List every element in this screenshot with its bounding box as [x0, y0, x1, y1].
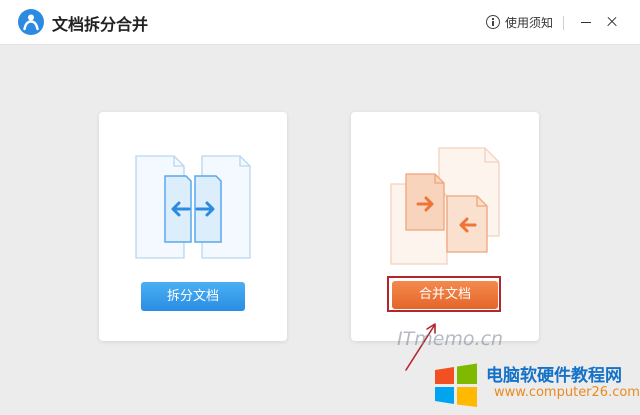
site-badge-url: www.computer26.com — [494, 385, 640, 400]
title-bar: 文档拆分合并 使用须知 — [0, 0, 640, 45]
split-document-card[interactable]: 拆分文档 — [99, 112, 287, 341]
watermark-text: ITmemo.cn — [397, 328, 504, 350]
app-logo-icon — [18, 9, 44, 35]
usage-notice-label: 使用须知 — [505, 15, 554, 30]
usage-notice-button[interactable]: 使用须知 — [486, 13, 553, 31]
app-title: 文档拆分合并 — [52, 15, 149, 34]
minimize-button[interactable] — [576, 12, 596, 32]
site-badge-name: 电脑软硬件教程网 — [486, 366, 622, 386]
close-button[interactable] — [602, 12, 622, 32]
merge-document-card[interactable]: 合并文档 — [351, 112, 539, 341]
windows-logo-icon — [435, 363, 477, 407]
split-document-button[interactable]: 拆分文档 — [141, 282, 245, 311]
merge-documents-icon — [390, 147, 500, 265]
info-circle-icon — [486, 15, 500, 29]
merge-document-button[interactable]: 合并文档 — [392, 281, 498, 309]
split-documents-icon — [135, 155, 251, 259]
titlebar-divider — [563, 16, 564, 30]
